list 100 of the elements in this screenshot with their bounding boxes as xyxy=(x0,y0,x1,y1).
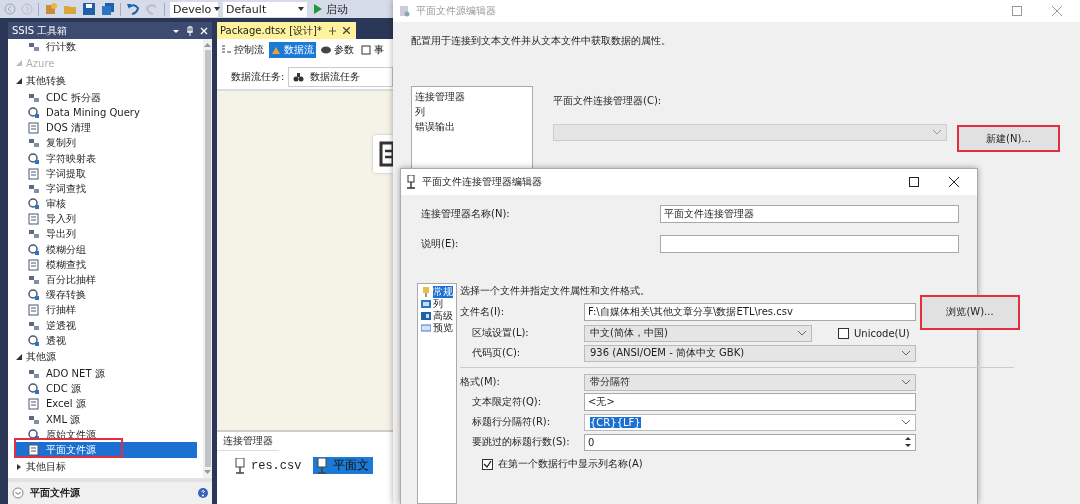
scroll-down-icon[interactable] xyxy=(204,470,211,475)
expanded-arrow-icon xyxy=(16,78,22,85)
toolbox-item[interactable]: XML 源 xyxy=(14,411,197,428)
tab-icon xyxy=(221,45,231,55)
toolbox-item[interactable]: DQS 清理 xyxy=(14,120,197,136)
new-button[interactable]: 新建(N)... xyxy=(957,125,1060,152)
scroll-up-icon[interactable] xyxy=(204,42,211,47)
page-item[interactable]: 预览 xyxy=(421,322,453,334)
file-name-field[interactable]: F:\自媒体相关\其他文章分享\数据ETL\res.csv xyxy=(584,303,916,321)
undo-icon[interactable] xyxy=(126,2,140,16)
toolbox-item[interactable]: 行计数 xyxy=(14,39,197,55)
component-icon xyxy=(28,106,40,119)
close-icon[interactable] xyxy=(343,27,350,34)
tab-icon xyxy=(321,45,331,55)
toolbox-item[interactable]: ADO NET 源 xyxy=(14,366,197,382)
designer-tab[interactable]: 控制流 xyxy=(219,42,266,58)
toolbox-item[interactable]: 透视 xyxy=(14,333,197,349)
component-icon xyxy=(28,367,40,380)
tab-icon xyxy=(271,45,281,55)
page-item[interactable]: 列 xyxy=(421,298,453,310)
toolbox-item[interactable]: 模糊查找 xyxy=(14,257,197,273)
toolbox-item[interactable]: 百分比抽样 xyxy=(14,272,197,288)
locale-dropdown[interactable]: 中文(简体，中国) xyxy=(584,324,812,342)
platform-dropdown[interactable]: Default xyxy=(223,1,307,17)
toolbox-group[interactable]: 其他转换 xyxy=(14,72,203,91)
field-label: 连接管理器名称(N): xyxy=(420,207,511,221)
designer-tab[interactable]: 事 xyxy=(359,42,386,58)
page-item[interactable]: 错误输出 xyxy=(415,119,529,134)
pin-icon[interactable] xyxy=(329,26,336,35)
toolbox-item[interactable]: CDC 拆分器 xyxy=(14,90,197,106)
toolbox-group[interactable]: 其他源 xyxy=(14,348,203,367)
connection-item[interactable]: res.csv xyxy=(231,457,306,474)
configuration-dropdown[interactable]: Develo xyxy=(170,1,218,17)
component-icon xyxy=(28,167,40,180)
toolbox-item[interactable]: 复制列 xyxy=(14,135,197,151)
toolbox-item[interactable]: 缓存转换 xyxy=(14,287,197,303)
header-rows-spinner[interactable]: 0 xyxy=(584,433,916,451)
page-item[interactable]: 高级 xyxy=(421,310,453,322)
task-dropdown[interactable]: 数据流任务 xyxy=(288,67,393,87)
save-all-icon[interactable] xyxy=(101,2,115,16)
scrollbar[interactable] xyxy=(203,39,212,478)
component-icon xyxy=(28,334,40,347)
caret-icon xyxy=(298,7,304,11)
connection-item[interactable]: 平面文 xyxy=(313,457,374,474)
collapse-chevron-icon[interactable] xyxy=(12,487,24,499)
component-icon xyxy=(28,228,40,241)
format-dropdown[interactable]: 带分隔符 xyxy=(584,373,916,391)
text-qualifier-field[interactable]: <无> xyxy=(584,393,916,411)
page-item[interactable]: 连接管理器 xyxy=(415,89,529,104)
field-label: 要跳过的标题行数(S): xyxy=(471,435,571,449)
component-icon xyxy=(28,182,40,195)
panel-tab[interactable]: 连接管理器 xyxy=(217,432,279,451)
field-label: 说明(E): xyxy=(420,237,460,251)
page-icon xyxy=(421,323,431,333)
description-title: 平面文件源 xyxy=(30,486,81,500)
header-delimiter-dropdown[interactable]: {CR}{LF} xyxy=(584,413,916,431)
component-icon xyxy=(28,91,40,104)
page-icon xyxy=(421,287,431,297)
component-icon xyxy=(28,289,40,302)
close-icon[interactable] xyxy=(949,177,959,187)
caret-icon xyxy=(902,419,910,425)
unicode-checkbox[interactable]: Unicode(U) xyxy=(838,327,910,339)
maximize-icon[interactable] xyxy=(909,177,919,187)
toolbox-item[interactable]: Data Mining Query xyxy=(14,105,197,121)
toolbox-item[interactable]: 审核 xyxy=(14,196,197,212)
code-page-dropdown[interactable]: 936 (ANSI/OEM - 简体中文 GBK) xyxy=(584,344,916,362)
designer-tab[interactable]: 参数 xyxy=(319,42,356,58)
component-icon xyxy=(28,40,40,53)
component-icon xyxy=(28,122,40,135)
toolbox-item[interactable]: CDC 源 xyxy=(14,381,197,397)
component-icon xyxy=(28,274,40,287)
component-icon xyxy=(28,398,40,411)
toolbox-item[interactable]: 字符映射表 xyxy=(14,150,197,167)
browse-button[interactable]: 浏览(W)... xyxy=(920,294,1020,330)
toolbox-item[interactable]: 模糊分组 xyxy=(14,242,197,258)
page-item[interactable]: 列 xyxy=(415,104,529,119)
tab-icon xyxy=(361,45,371,55)
new-project-icon[interactable] xyxy=(44,2,58,16)
collapsed-arrow-icon xyxy=(16,463,22,470)
toolbox-item[interactable]: 字词提取 xyxy=(14,166,197,182)
back-icon[interactable] xyxy=(4,3,16,15)
name-field[interactable]: 平面文件连接管理器 xyxy=(660,205,959,223)
document-tab[interactable]: Package.dtsx [设计]* xyxy=(217,22,356,39)
toolbox-item[interactable]: 导入列 xyxy=(14,211,197,227)
column-names-checkbox[interactable]: 在第一个数据行中显示列名称(A) xyxy=(482,457,1020,471)
page-icon xyxy=(421,311,431,321)
start-button[interactable]: 启动 xyxy=(312,1,350,17)
designer-tab[interactable]: 数据流 xyxy=(269,42,316,58)
help-icon[interactable] xyxy=(198,488,208,498)
description-field[interactable] xyxy=(660,235,959,253)
scrollbar-thumb[interactable] xyxy=(204,50,211,467)
toolbox-item[interactable]: Excel 源 xyxy=(14,396,197,412)
instruction-text: 选择一个文件并指定文件属性和文件格式。 xyxy=(460,284,651,298)
toolbox-item[interactable]: 字词查找 xyxy=(14,181,197,197)
save-icon[interactable] xyxy=(82,2,96,16)
toolbox-item[interactable]: 逆透视 xyxy=(14,318,197,334)
toolbox-group[interactable]: 其他目标 xyxy=(14,457,203,476)
toolbox-item[interactable]: 导出列 xyxy=(14,226,197,243)
component-box[interactable] xyxy=(373,135,393,173)
toolbox-item[interactable]: 行抽样 xyxy=(14,302,197,318)
